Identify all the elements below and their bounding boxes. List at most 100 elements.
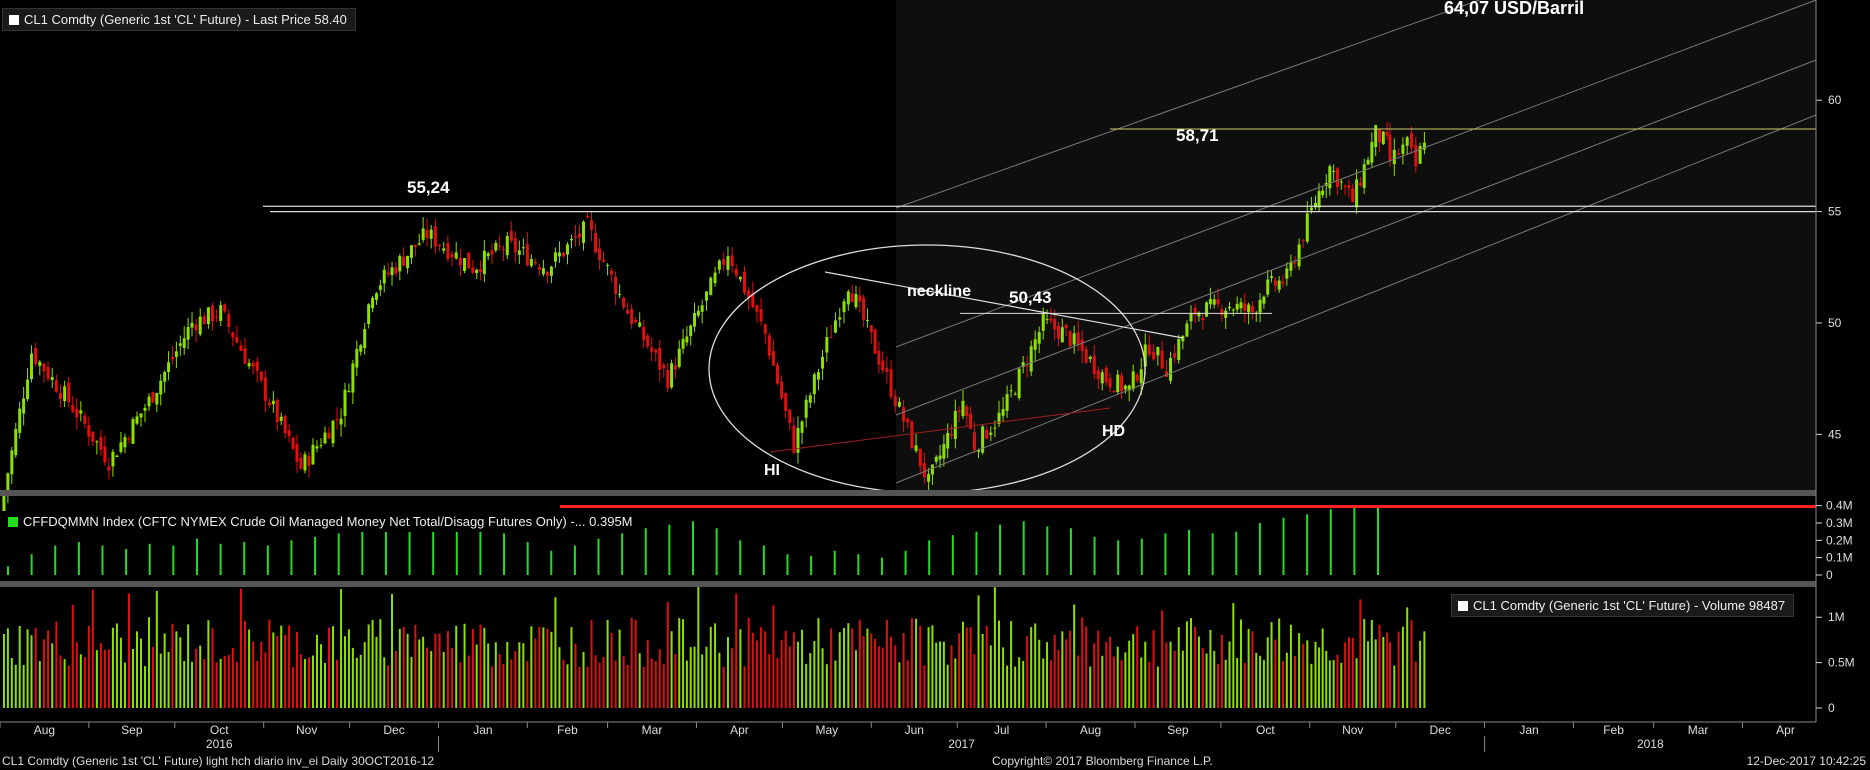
price-candle [406, 255, 410, 269]
price-candle [283, 415, 287, 434]
price-candle [295, 444, 299, 462]
price-candle [429, 229, 433, 239]
price-candle [1053, 319, 1057, 330]
price-candle [1116, 374, 1120, 393]
year-label: 2016 [206, 737, 233, 751]
price-candle [46, 366, 50, 379]
price-candle [553, 252, 557, 262]
price-candle [501, 249, 505, 251]
price-candle [922, 462, 926, 478]
price-candle [1231, 309, 1235, 311]
price-candle [178, 343, 182, 346]
price-candle [123, 437, 127, 448]
price-candle [87, 425, 91, 437]
price-candle [1281, 281, 1285, 284]
month-label: Oct [1256, 723, 1275, 737]
price-candle [1068, 331, 1072, 347]
price-candle [54, 380, 58, 392]
price-candle [784, 393, 788, 411]
price-candle [1301, 240, 1305, 242]
price-candle [479, 269, 483, 272]
price-candle [654, 349, 658, 353]
price-candle [311, 444, 315, 465]
price-candle [704, 291, 708, 301]
price-candle [1355, 179, 1359, 208]
price-candle [1013, 393, 1017, 395]
price-candle [869, 325, 873, 333]
price-candle [1189, 313, 1193, 322]
price-candle [1309, 207, 1313, 211]
footer-left: CL1 Comdty (Generic 1st 'CL' Future) lig… [2, 754, 435, 768]
price-candle [525, 243, 529, 266]
price-candle [315, 446, 319, 449]
price-candle [22, 398, 26, 414]
price-candle [398, 256, 402, 272]
price-candle [1347, 185, 1351, 189]
price-candle [390, 267, 394, 276]
price-candle [1045, 318, 1049, 320]
price-candle [893, 395, 897, 407]
price-candle [517, 250, 521, 255]
volume-tick-label: 0.5M [1828, 656, 1855, 670]
price-candle [1401, 144, 1405, 154]
price-candle [50, 377, 54, 381]
price-candle [1374, 125, 1378, 147]
price-candle [1092, 355, 1096, 374]
price-candle [800, 421, 804, 433]
price-candle [985, 429, 989, 439]
cftc-legend: CFFDQMMN Index (CFTC NYMEX Crude Oil Man… [2, 511, 641, 532]
price-candle [594, 233, 598, 253]
price-legend-text: CL1 Comdty (Generic 1st 'CL' Future) - L… [24, 12, 347, 27]
price-candle [850, 293, 854, 303]
month-label: Nov [296, 723, 317, 737]
price-candle [446, 243, 450, 259]
month-label: Feb [557, 723, 578, 737]
price-candle [1317, 191, 1321, 208]
price-candle [622, 297, 626, 308]
price-candle [10, 450, 14, 475]
price-candle [331, 420, 335, 444]
price-candle [1305, 213, 1309, 242]
price-candle [804, 399, 808, 418]
price-candle [1147, 344, 1151, 355]
price-candle [107, 466, 111, 471]
price-candle [942, 444, 946, 459]
price-candle [934, 456, 938, 462]
price-tick-label: 50 [1828, 316, 1842, 330]
price-candle [658, 347, 662, 370]
price-candle [38, 361, 42, 366]
price-candle [206, 307, 210, 325]
price-candle [159, 380, 163, 395]
year-label: 2018 [1637, 737, 1664, 751]
price-candle [486, 253, 490, 257]
month-label: Sep [1167, 723, 1189, 737]
price-candle [167, 362, 171, 373]
price-candle [303, 454, 307, 471]
annotation-right-shoulder: HD [1102, 423, 1125, 440]
price-candle [709, 277, 713, 296]
price-candle [378, 285, 382, 290]
price-candle [565, 244, 569, 255]
price-candle [763, 324, 767, 334]
price-candle [1332, 170, 1336, 172]
price-candle [323, 432, 327, 444]
price-candle [215, 316, 219, 318]
price-candle [75, 408, 79, 418]
annotation-left-shoulder: HI [764, 462, 780, 479]
price-candle [347, 391, 351, 393]
price-candle [1339, 181, 1343, 183]
price-candle [743, 271, 747, 293]
volume-legend-text: CL1 Comdty (Generic 1st 'CL' Future) - V… [1473, 598, 1786, 613]
price-candle [1270, 276, 1274, 278]
price-candle [573, 236, 577, 238]
price-candle [194, 324, 198, 331]
price-candle [965, 406, 969, 417]
volume-tick-label: 0 [1828, 701, 1835, 715]
price-candle [961, 400, 965, 417]
price-tick-label: 45 [1828, 427, 1842, 441]
price-candle [610, 270, 614, 275]
price-candle [471, 267, 475, 273]
price-candle [343, 389, 347, 416]
price-candle [717, 260, 721, 270]
price-candle [1017, 368, 1021, 398]
